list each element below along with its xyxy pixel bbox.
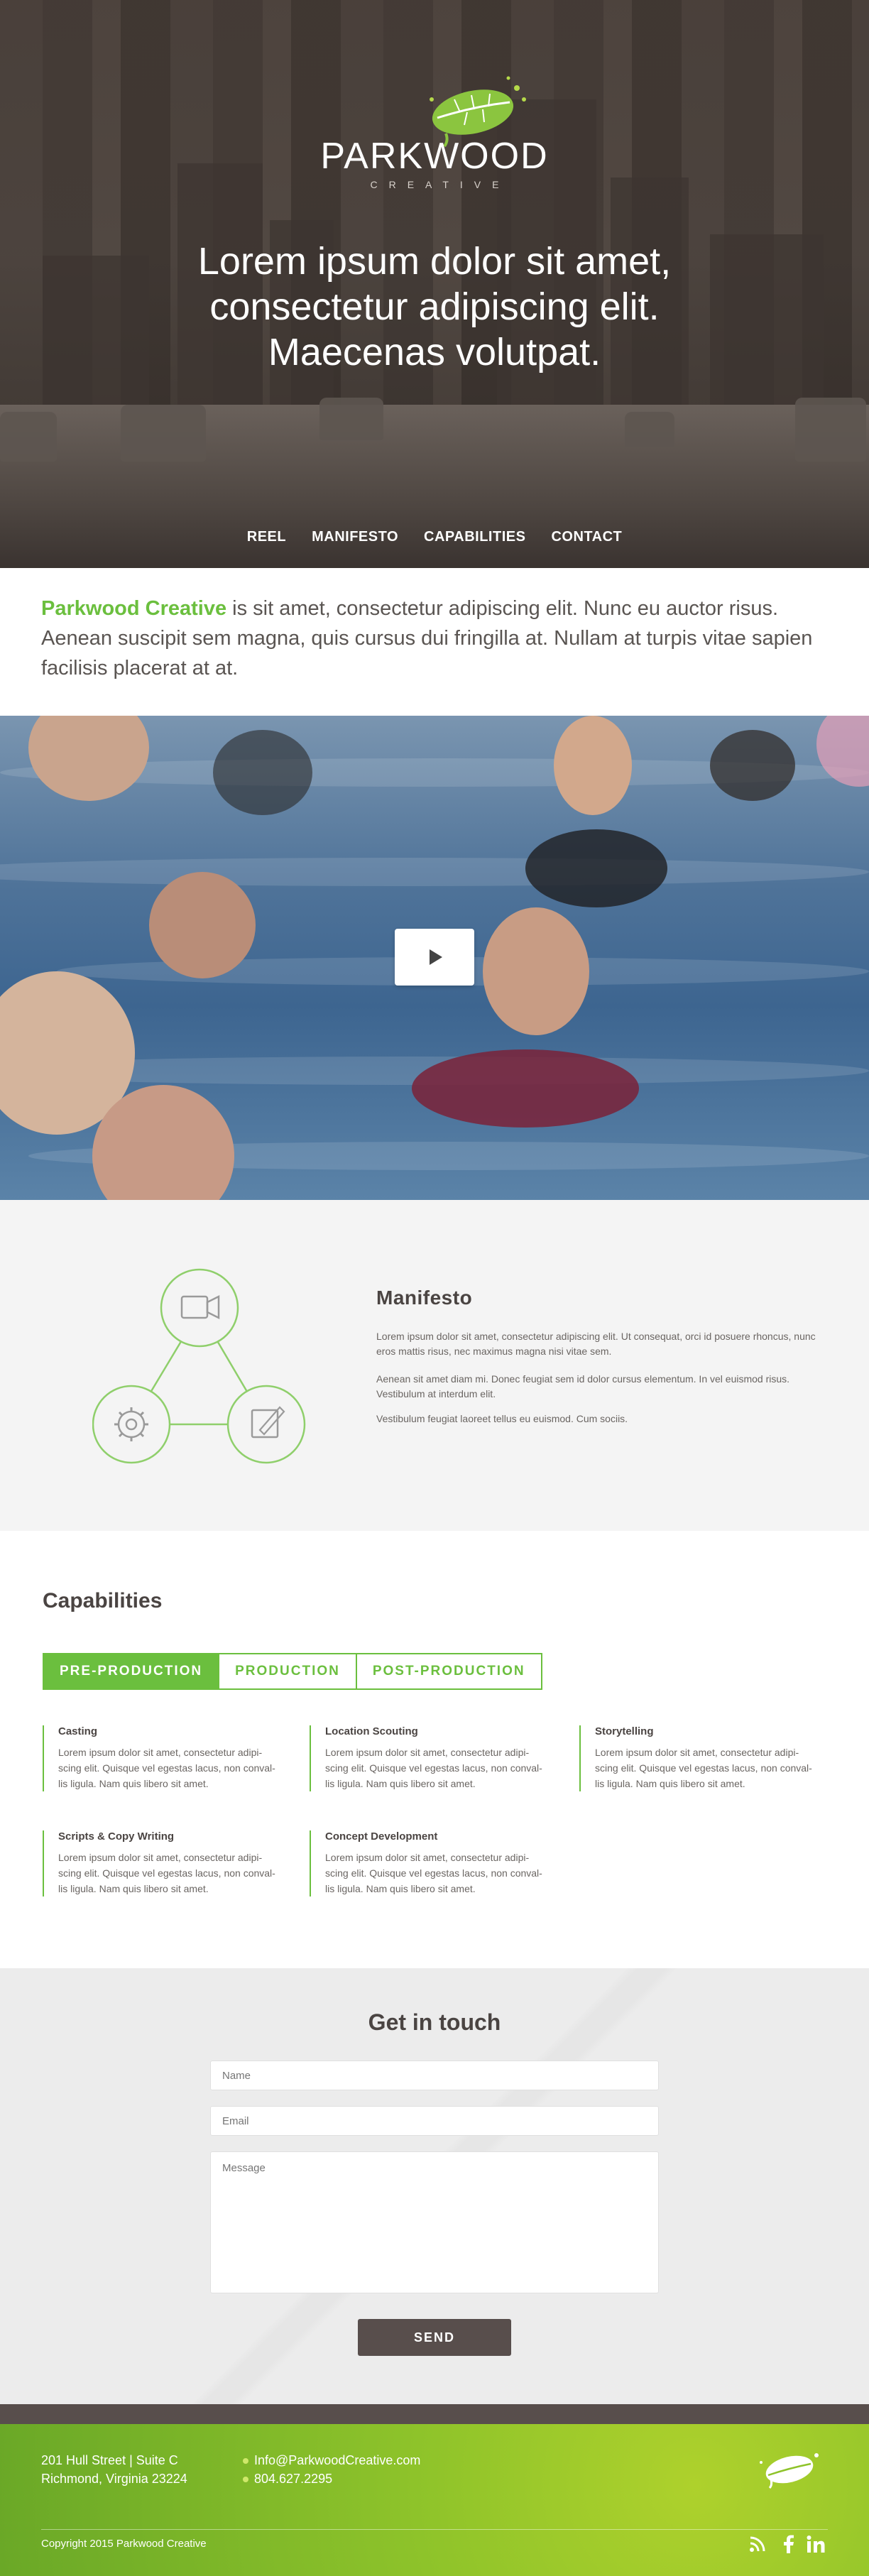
capability-text: Lorem ipsum dolor sit amet, consectetur … bbox=[58, 1747, 275, 1789]
capability-title: Casting bbox=[58, 1725, 98, 1737]
main-nav: REEL MANIFESTO CAPABILITIES CONTACT bbox=[0, 529, 869, 545]
capability-title: Storytelling bbox=[595, 1725, 654, 1737]
name-field[interactable] bbox=[210, 2061, 659, 2090]
bullet-icon bbox=[243, 2458, 248, 2465]
capability-title: Scripts & Copy Writing bbox=[58, 1830, 175, 1843]
swimmer-shape bbox=[28, 716, 149, 801]
swimmer-shape bbox=[483, 907, 589, 1035]
intro-brand: Parkwood Creative bbox=[41, 597, 227, 620]
footer-divider bbox=[41, 2529, 828, 2530]
capabilities-title: Capabilities bbox=[43, 1589, 163, 1612]
rss-icon[interactable] bbox=[748, 2535, 767, 2558]
footer-top-bar bbox=[0, 2404, 869, 2424]
footer-phone: 804.627.2295 bbox=[254, 2472, 333, 2486]
send-button[interactable]: SEND bbox=[358, 2319, 511, 2356]
hero-title: Lorem ipsum dolor sit amet, consectetur … bbox=[115, 239, 754, 375]
car-shape bbox=[0, 412, 57, 462]
manifesto-paragraph: Lorem ipsum dolor sit amet, consectetur … bbox=[376, 1331, 816, 1357]
linkedin-icon[interactable] bbox=[807, 2535, 825, 2558]
swimmer-shape bbox=[710, 730, 795, 801]
tab-post-production[interactable]: POST-PRODUCTION bbox=[355, 1653, 542, 1690]
process-triangle-icon bbox=[92, 1268, 306, 1464]
logo-subtitle: CREATIVE bbox=[370, 179, 510, 190]
capability-text: Lorem ipsum dolor sit amet, consectetur … bbox=[595, 1747, 812, 1789]
capability-item: Location Scouting Lorem ipsum dolor sit … bbox=[310, 1725, 551, 1791]
footer bbox=[0, 2424, 869, 2576]
tab-pre-production[interactable]: PRE-PRODUCTION bbox=[43, 1653, 220, 1690]
bullet-icon bbox=[243, 2477, 248, 2483]
swimmer-shape bbox=[412, 1049, 639, 1128]
hero-title-line: Maecenas volutpat. bbox=[268, 331, 601, 373]
facebook-icon[interactable] bbox=[781, 2535, 795, 2558]
nav-item-capabilities[interactable]: CAPABILITIES bbox=[424, 529, 525, 545]
tab-production[interactable]: PRODUCTION bbox=[218, 1653, 357, 1690]
footer-contact: Info@ParkwoodCreative.com 804.627.2295 bbox=[243, 2451, 420, 2488]
nav-item-manifesto[interactable]: MANIFESTO bbox=[312, 529, 398, 545]
logo-wordmark[interactable]: PARKWOOD bbox=[0, 135, 869, 178]
capability-title: Location Scouting bbox=[325, 1725, 418, 1737]
manifesto-paragraph: Aenean sit amet diam mi. Donec feugiat s… bbox=[376, 1373, 790, 1399]
play-icon bbox=[430, 949, 442, 965]
nav-item-contact[interactable]: CONTACT bbox=[551, 529, 622, 545]
intro-paragraph: Parkwood Creative is sit amet, consectet… bbox=[41, 594, 829, 683]
hero-title-line: Lorem ipsum dolor sit amet, bbox=[197, 240, 672, 283]
capability-text: Lorem ipsum dolor sit amet, consectetur … bbox=[325, 1747, 542, 1789]
capability-text: Lorem ipsum dolor sit amet, consectetur … bbox=[58, 1852, 275, 1894]
capabilities-tabs: PRE-PRODUCTION PRODUCTION POST-PRODUCTIO… bbox=[43, 1653, 542, 1690]
capability-text: Lorem ipsum dolor sit amet, consectetur … bbox=[325, 1852, 542, 1894]
email-field[interactable] bbox=[210, 2106, 659, 2136]
contact-title: Get in touch bbox=[368, 2009, 501, 2035]
footer-address: 201 Hull Street | Suite C Richmond, Virg… bbox=[41, 2451, 187, 2488]
swimmer-shape bbox=[149, 872, 256, 978]
swimmer-shape bbox=[554, 716, 632, 815]
hero-title-line: consectetur adipiscing elit. bbox=[209, 285, 660, 328]
car-shape bbox=[319, 398, 383, 440]
nav-item-reel[interactable]: REEL bbox=[247, 529, 286, 545]
capability-item: Storytelling Lorem ipsum dolor sit amet,… bbox=[579, 1725, 821, 1791]
car-shape bbox=[795, 398, 866, 462]
play-button[interactable] bbox=[395, 929, 474, 986]
message-field[interactable] bbox=[210, 2151, 659, 2293]
address-line: 201 Hull Street | Suite C bbox=[41, 2453, 178, 2467]
capability-item: Scripts & Copy Writing Lorem ipsum dolor… bbox=[43, 1830, 284, 1896]
address-line: Richmond, Virginia 23224 bbox=[41, 2472, 187, 2486]
manifesto-title: Manifesto bbox=[376, 1287, 473, 1309]
swimmer-shape bbox=[213, 730, 312, 815]
capability-title: Concept Development bbox=[325, 1830, 438, 1843]
car-shape bbox=[121, 405, 206, 462]
swimmer-shape bbox=[525, 829, 667, 907]
capability-item: Casting Lorem ipsum dolor sit amet, cons… bbox=[43, 1725, 284, 1791]
car-shape bbox=[625, 412, 674, 447]
capability-item: Concept Development Lorem ipsum dolor si… bbox=[310, 1830, 551, 1896]
manifesto-paragraph: Vestibulum feugiat laoreet tellus eu eui… bbox=[376, 1413, 628, 1424]
footer-email-link[interactable]: Info@ParkwoodCreative.com bbox=[254, 2453, 420, 2467]
water-ripple bbox=[0, 858, 869, 886]
leaf-logo-icon bbox=[760, 2453, 819, 2489]
copyright: Copyright 2015 Parkwood Creative bbox=[41, 2538, 207, 2550]
